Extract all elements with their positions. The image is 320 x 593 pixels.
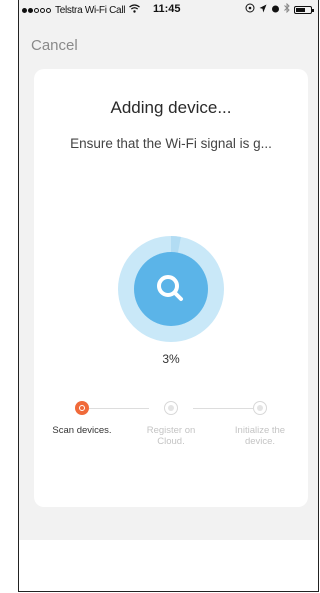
status-left: Telstra Wi-Fi Call: [22, 4, 141, 16]
step-register-indicator: [164, 401, 178, 415]
wifi-icon: [129, 4, 141, 16]
adding-device-card: Adding device... Ensure that the Wi-Fi s…: [34, 69, 308, 507]
phone-frame: Telstra Wi-Fi Call 11:45 Cancel Adding d…: [18, 0, 319, 592]
setup-steps: Scan devices. Register on Cloud. Initial…: [34, 399, 308, 479]
progress-ring: [118, 236, 224, 342]
step-connector-1: [89, 408, 149, 409]
alarm-icon: [271, 4, 280, 16]
step-connector-2: [193, 408, 253, 409]
step-initialize-indicator: [253, 401, 267, 415]
status-right: [245, 2, 314, 16]
battery-icon: [294, 5, 314, 14]
screen-lock-icon: [245, 3, 255, 16]
app-screen: Telstra Wi-Fi Call 11:45 Cancel Adding d…: [19, 0, 318, 540]
progress-center: [134, 252, 208, 326]
signal-strength-icon: [22, 7, 51, 13]
step-scan-label: Scan devices.: [52, 425, 112, 436]
progress-percent: 3%: [162, 352, 180, 366]
card-subtitle: Ensure that the Wi-Fi signal is g...: [70, 136, 272, 151]
status-time: 11:45: [153, 3, 181, 15]
status-bar: Telstra Wi-Fi Call 11:45: [19, 0, 318, 20]
location-icon: [259, 4, 267, 16]
bluetooth-icon: [284, 2, 290, 16]
card-title: Adding device...: [110, 98, 232, 117]
cancel-button[interactable]: Cancel: [31, 37, 78, 54]
step-initialize-label: Initialize the device.: [234, 425, 286, 447]
step-register-label: Register on Cloud.: [146, 425, 196, 447]
carrier-name: Telstra Wi-Fi Call: [55, 4, 126, 16]
step-scan-indicator: [75, 401, 89, 415]
